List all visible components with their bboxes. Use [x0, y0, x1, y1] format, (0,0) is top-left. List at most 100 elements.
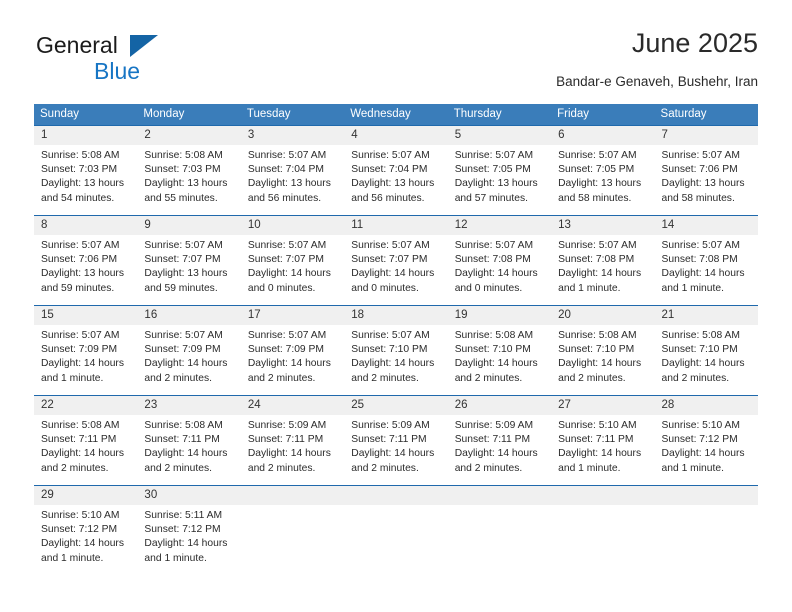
day-number: 1: [34, 126, 138, 145]
day-details: Sunrise: 5:07 AM Sunset: 7:08 PM Daylight:…: [551, 235, 654, 296]
calendar-day-cell[interactable]: 9 Sunrise: 5:07 AM Sunset: 7:07 PM Daylight…: [137, 215, 241, 306]
weekday-header-sunday: Sunday: [34, 104, 138, 126]
calendar-day-cell[interactable]: 21 Sunrise: 5:08 AM Sunset: 7:10 PM Dayligh…: [654, 305, 758, 396]
daylight-duration-line2: and 2 minutes.: [144, 462, 212, 474]
daylight-duration-line1: Daylight: 13 hours: [558, 178, 642, 190]
calendar-day-cell[interactable]: 1 Sunrise: 5:08 AM Sunset: 7:03 PM Daylight…: [34, 125, 138, 216]
calendar-day-cell[interactable]: 19 Sunrise: 5:08 AM Sunset: 7:10 PM Dayligh…: [447, 305, 552, 396]
day-details: Sunrise: 5:07 AM Sunset: 7:07 PM Daylight:…: [137, 235, 240, 296]
sunrise-time: Sunrise: 5:08 AM: [558, 330, 637, 341]
sunrise-time: Sunrise: 5:07 AM: [247, 150, 327, 161]
day-details: Sunrise: 5:07 AM Sunset: 7:07 PM Daylight:…: [344, 235, 447, 296]
sunrise-time: Sunrise: 5:07 AM: [41, 240, 120, 251]
sunrise-time: Sunrise: 5:08 AM: [144, 420, 223, 431]
calendar-day-cell[interactable]: 25 Sunrise: 5:09 AM Sunset: 7:11 PM Dayligh…: [344, 395, 448, 486]
calendar-cell-empty: [344, 485, 448, 576]
calendar-day-cell[interactable]: 20 Sunrise: 5:08 AM Sunset: 7:10 PM Dayligh…: [551, 305, 655, 396]
calendar-day-cell[interactable]: 4 Sunrise: 5:07 AM Sunset: 7:04 PM Daylight…: [344, 125, 448, 216]
sunset-time: Sunset: 7:12 PM: [661, 434, 738, 446]
sunrise-time: Sunrise: 5:09 AM: [247, 420, 327, 431]
calendar-day-cell[interactable]: 6 Sunrise: 5:07 AM Sunset: 7:05 PM Daylight…: [551, 125, 655, 216]
calendar-day-cell[interactable]: 18 Sunrise: 5:07 AM Sunset: 7:10 PM Dayligh…: [344, 305, 448, 396]
calendar-day-cell[interactable]: 17 Sunrise: 5:07 AM Sunset: 7:09 PM Dayligh…: [240, 305, 345, 396]
sunset-time: Sunset: 7:03 PM: [41, 164, 118, 176]
daylight-duration-line2: and 59 minutes.: [41, 282, 115, 294]
calendar-week-row: 8 Sunrise: 5:07 AM Sunset: 7:06 PM Daylight…: [34, 215, 758, 306]
daylight-duration-line1: Daylight: 14 hours: [351, 448, 435, 460]
daylight-duration-line2: and 2 minutes.: [558, 372, 626, 384]
calendar-day-cell[interactable]: 27 Sunrise: 5:10 AM Sunset: 7:11 PM Dayligh…: [551, 395, 655, 486]
sunset-time: Sunset: 7:11 PM: [41, 434, 117, 446]
calendar-day-cell[interactable]: 8 Sunrise: 5:07 AM Sunset: 7:06 PM Daylight…: [34, 215, 138, 306]
sunset-time: Sunset: 7:05 PM: [558, 164, 635, 176]
calendar-day-cell[interactable]: 23 Sunrise: 5:08 AM Sunset: 7:11 PM Dayligh…: [137, 395, 241, 486]
calendar-day-cell[interactable]: 26 Sunrise: 5:09 AM Sunset: 7:11 PM Dayligh…: [447, 395, 552, 486]
calendar-day-cell[interactable]: 16 Sunrise: 5:07 AM Sunset: 7:09 PM Dayligh…: [137, 305, 241, 396]
calendar-day-cell[interactable]: 12 Sunrise: 5:07 AM Sunset: 7:08 PM Dayligh…: [447, 215, 552, 306]
day-number: 25: [344, 396, 448, 415]
brand-logo[interactable]: General Blue: [34, 32, 234, 90]
sunrise-time: Sunrise: 5:08 AM: [661, 330, 740, 341]
daylight-duration-line2: and 56 minutes.: [351, 192, 425, 204]
weekday-header-tuesday: Tuesday: [240, 104, 345, 126]
sunset-time: Sunset: 7:10 PM: [351, 344, 428, 356]
sunrise-time: Sunrise: 5:07 AM: [454, 150, 534, 161]
daylight-duration-line1: Daylight: 13 hours: [144, 268, 228, 280]
calendar-body: 1 Sunrise: 5:08 AM Sunset: 7:03 PM Daylight…: [34, 125, 758, 576]
day-number: 15: [34, 306, 138, 325]
daylight-duration-line2: and 59 minutes.: [144, 282, 218, 294]
calendar-day-cell[interactable]: 22 Sunrise: 5:08 AM Sunset: 7:11 PM Dayligh…: [34, 395, 138, 486]
daylight-duration-line2: and 1 minute.: [661, 282, 724, 294]
brand-name-blue: Blue: [94, 58, 141, 84]
weekday-header-thursday: Thursday: [447, 104, 552, 126]
calendar-day-cell[interactable]: 2 Sunrise: 5:08 AM Sunset: 7:03 PM Daylight…: [137, 125, 241, 216]
sunrise-time: Sunrise: 5:07 AM: [247, 330, 327, 341]
daylight-duration-line1: Daylight: 14 hours: [454, 448, 538, 460]
calendar-day-cell[interactable]: 7 Sunrise: 5:07 AM Sunset: 7:06 PM Daylight…: [654, 125, 758, 216]
day-number: 20: [551, 306, 655, 325]
daylight-duration-line2: and 2 minutes.: [144, 372, 212, 384]
day-number: 2: [137, 126, 241, 145]
day-number: 16: [137, 306, 241, 325]
sunrise-time: Sunrise: 5:07 AM: [558, 240, 637, 251]
day-details: Sunrise: 5:07 AM Sunset: 7:06 PM Daylight:…: [34, 235, 137, 296]
daylight-duration-line2: and 2 minutes.: [351, 462, 419, 474]
day-number: 29: [34, 486, 138, 505]
daylight-duration-line2: and 55 minutes.: [144, 192, 218, 204]
calendar-day-cell[interactable]: 24 Sunrise: 5:09 AM Sunset: 7:11 PM Dayligh…: [240, 395, 345, 486]
calendar-day-cell[interactable]: 11 Sunrise: 5:07 AM Sunset: 7:07 PM Dayligh…: [344, 215, 448, 306]
weekday-header-saturday: Saturday: [654, 104, 758, 126]
day-number: 24: [240, 396, 345, 415]
sunset-time: Sunset: 7:10 PM: [454, 344, 531, 356]
day-details: Sunrise: 5:10 AM Sunset: 7:12 PM Daylight:…: [655, 415, 758, 476]
sunset-time: Sunset: 7:10 PM: [558, 344, 635, 356]
day-number: [240, 486, 345, 505]
daylight-duration-line2: and 2 minutes.: [247, 462, 316, 474]
day-number: 17: [240, 306, 345, 325]
calendar-day-cell[interactable]: 3 Sunrise: 5:07 AM Sunset: 7:04 PM Daylight…: [240, 125, 345, 216]
sunrise-time: Sunrise: 5:09 AM: [454, 420, 534, 431]
sunset-time: Sunset: 7:11 PM: [558, 434, 634, 446]
daylight-duration-line2: and 1 minute.: [661, 462, 724, 474]
calendar-day-cell[interactable]: 13 Sunrise: 5:07 AM Sunset: 7:08 PM Dayligh…: [551, 215, 655, 306]
daylight-duration-line1: Daylight: 14 hours: [454, 268, 538, 280]
day-number: [654, 486, 758, 505]
day-details: Sunrise: 5:08 AM Sunset: 7:03 PM Daylight:…: [34, 145, 137, 206]
weekday-header-friday: Friday: [551, 104, 655, 126]
calendar-day-cell[interactable]: 5 Sunrise: 5:07 AM Sunset: 7:05 PM Daylight…: [447, 125, 552, 216]
calendar-day-cell[interactable]: 14 Sunrise: 5:07 AM Sunset: 7:08 PM Dayligh…: [654, 215, 758, 306]
daylight-duration-line1: Daylight: 14 hours: [661, 358, 745, 370]
day-details: Sunrise: 5:07 AM Sunset: 7:04 PM Daylight:…: [344, 145, 447, 206]
sunset-time: Sunset: 7:11 PM: [454, 434, 531, 446]
calendar-day-cell[interactable]: 10 Sunrise: 5:07 AM Sunset: 7:07 PM Dayligh…: [240, 215, 345, 306]
daylight-duration-line1: Daylight: 14 hours: [41, 538, 124, 550]
sunset-time: Sunset: 7:07 PM: [247, 254, 324, 266]
day-number: 22: [34, 396, 138, 415]
calendar-day-cell[interactable]: 29 Sunrise: 5:10 AM Sunset: 7:12 PM Dayligh…: [34, 485, 138, 576]
calendar-day-cell[interactable]: 30 Sunrise: 5:11 AM Sunset: 7:12 PM Dayligh…: [137, 485, 241, 576]
day-number: [551, 486, 655, 505]
day-number: [344, 486, 448, 505]
calendar-day-cell[interactable]: 28 Sunrise: 5:10 AM Sunset: 7:12 PM Dayligh…: [654, 395, 758, 486]
day-number: 28: [654, 396, 758, 415]
calendar-day-cell[interactable]: 15 Sunrise: 5:07 AM Sunset: 7:09 PM Dayligh…: [34, 305, 138, 396]
